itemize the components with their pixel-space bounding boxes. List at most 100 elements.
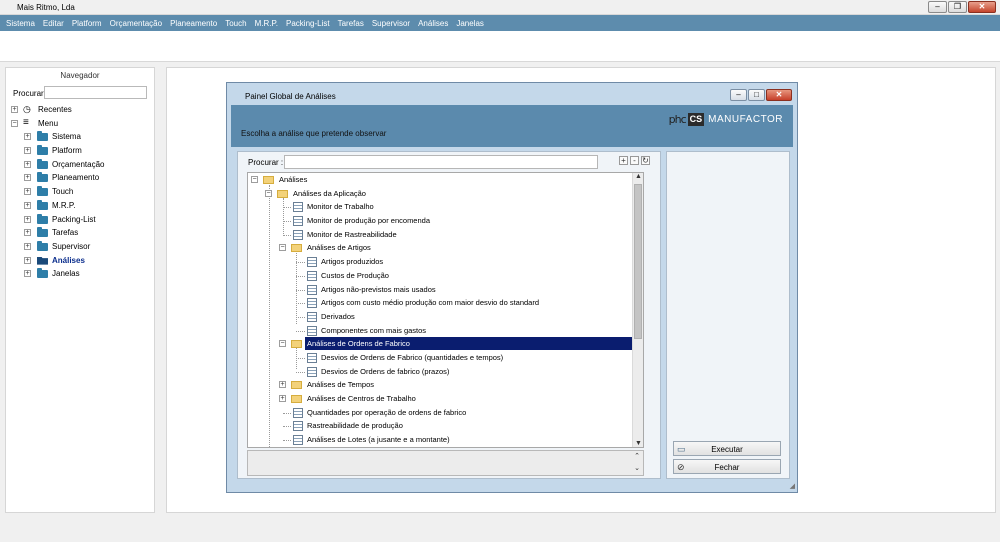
tree-node-ordens-group-selected[interactable]: − Análises de Ordens de Fabrico	[248, 337, 643, 351]
expand-icon[interactable]: +	[24, 147, 31, 155]
scroll-down-icon[interactable]: ⌄	[634, 464, 640, 472]
tree-node-planeamento[interactable]: + Planeamento	[6, 171, 154, 185]
tree-node-packing-list[interactable]: + Packing-List	[6, 213, 154, 227]
tree-item[interactable]: Monitor de Rastreabilidade	[248, 228, 643, 242]
tree-node-artigos-group[interactable]: − Análises de Artigos	[248, 241, 643, 255]
dialog-close-button[interactable]: ✕	[766, 89, 792, 101]
tree-node-mrp[interactable]: + M.R.P.	[6, 199, 154, 213]
menu-analises[interactable]: Análises	[418, 19, 448, 28]
menu-mrp[interactable]: M.R.P.	[255, 19, 278, 28]
collapse-icon[interactable]: −	[11, 119, 18, 127]
tree-item[interactable]: Artigos produzidos	[248, 255, 643, 269]
menu-editar[interactable]: Editar	[43, 19, 64, 28]
execute-button[interactable]: ▭ Executar	[673, 441, 781, 456]
tree-node-centros-group[interactable]: + Análises de Centros de Trabalho	[248, 392, 643, 406]
menu-sistema[interactable]: Sistema	[6, 19, 35, 28]
analysis-tree: − Análises − Análises da Aplicação Monit…	[247, 172, 644, 448]
menu-touch[interactable]: Touch	[225, 19, 246, 28]
tree-search-input[interactable]	[284, 155, 598, 169]
menu-planeamento[interactable]: Planeamento	[170, 19, 217, 28]
expand-icon[interactable]: +	[24, 229, 31, 237]
tree-item[interactable]: Monitor de produção por encomenda	[248, 214, 643, 228]
collapse-all-button[interactable]: -	[630, 156, 639, 165]
tree-node-tarefas[interactable]: + Tarefas	[6, 226, 154, 240]
tree-node-orcamentacao[interactable]: + Orçamentação	[6, 158, 154, 172]
collapse-icon[interactable]: −	[265, 189, 272, 197]
collapse-icon[interactable]: −	[279, 244, 286, 252]
tree-node-menu[interactable]: − ≡ Menu	[6, 117, 154, 131]
scroll-thumb[interactable]	[634, 184, 642, 339]
restore-button[interactable]: ❐	[948, 1, 967, 13]
tree-item[interactable]: Derivados	[248, 310, 643, 324]
tree-connector	[296, 330, 305, 332]
expand-icon[interactable]: +	[24, 201, 31, 209]
scroll-down-icon[interactable]: ▼	[633, 440, 643, 447]
menu-tarefas[interactable]: Tarefas	[338, 19, 364, 28]
tree-label: Análises	[52, 255, 85, 265]
tree-item[interactable]: Rastreabilidade de produção	[248, 419, 643, 433]
folder-icon	[37, 145, 48, 156]
navigator-search-input[interactable]	[44, 86, 147, 99]
menu-supervisor[interactable]: Supervisor	[372, 19, 410, 28]
tree-scrollbar[interactable]: ▲ ▼	[632, 173, 643, 447]
scroll-up-icon[interactable]: ▲	[633, 173, 643, 180]
tree-node-janelas[interactable]: + Janelas	[6, 267, 154, 281]
expand-icon[interactable]: +	[24, 174, 31, 182]
tree-node-analises-root[interactable]: − Análises	[248, 173, 643, 187]
refresh-button[interactable]: ↻	[641, 156, 650, 165]
tree-node-tempos-group[interactable]: + Análises de Tempos	[248, 378, 643, 392]
tree-node-recentes[interactable]: + ◷ Recentes	[6, 103, 154, 117]
expand-icon[interactable]: +	[11, 106, 18, 113]
tree-item[interactable]: Desvios de Ordens de fabrico (prazos)	[248, 365, 643, 379]
window-title: Mais Ritmo, Lda	[17, 3, 75, 12]
tree-node-analises[interactable]: + Análises	[6, 254, 154, 268]
folder-icon	[37, 131, 48, 142]
tree-item[interactable]: Monitor de Trabalho	[248, 200, 643, 214]
tree-node-app-group[interactable]: − Análises da Aplicação	[248, 187, 643, 201]
tree-item[interactable]: Artigos com custo médio produção com mai…	[248, 296, 643, 310]
expand-icon[interactable]: +	[279, 381, 286, 389]
menu-packing-list[interactable]: Packing-List	[286, 19, 330, 28]
tree-item[interactable]: Artigos não-previstos mais usados	[248, 283, 643, 297]
resize-grip-icon[interactable]: ◢	[790, 482, 795, 490]
tree-label: Touch	[52, 187, 74, 197]
dialog-title: Painel Global de Análises	[245, 92, 336, 101]
folder-icon	[37, 240, 48, 251]
close-icon: ✕	[978, 2, 986, 11]
tree-connector	[283, 234, 291, 236]
minimize-button[interactable]: –	[928, 1, 947, 13]
description-box: ⌃ ⌄	[247, 450, 644, 476]
tree-label: Packing-List	[52, 214, 96, 224]
collapse-icon[interactable]: −	[279, 340, 286, 348]
tree-item[interactable]: Análises de Lotes (a jusante e a montant…	[248, 433, 643, 447]
tree-node-sistema[interactable]: + Sistema	[6, 130, 154, 144]
dialog-maximize-button[interactable]: □	[748, 89, 765, 101]
expand-icon[interactable]: +	[24, 242, 31, 250]
menu-platform[interactable]: Platform	[72, 19, 102, 28]
expand-icon[interactable]: +	[279, 395, 286, 402]
dialog-minimize-button[interactable]: –	[730, 89, 747, 101]
tree-item[interactable]: Componentes com mais gastos	[248, 324, 643, 338]
tree-label: Derivados	[321, 311, 355, 321]
tree-label: Artigos produzidos	[321, 257, 384, 267]
expand-all-button[interactable]: +	[619, 156, 628, 165]
expand-icon[interactable]: +	[24, 215, 31, 223]
tree-item[interactable]: Custos de Produção	[248, 269, 643, 283]
close-button[interactable]: ✕	[968, 1, 996, 13]
expand-icon[interactable]: +	[24, 256, 31, 264]
tree-node-touch[interactable]: + Touch	[6, 185, 154, 199]
tree-node-supervisor[interactable]: + Supervisor	[6, 240, 154, 254]
tree-node-platform[interactable]: + Platform	[6, 144, 154, 158]
expand-icon[interactable]: +	[24, 270, 31, 278]
menu-orcamentacao[interactable]: Orçamentação	[110, 19, 162, 28]
close-dialog-button[interactable]: ⊘ Fechar	[673, 459, 781, 474]
expand-icon[interactable]: +	[24, 160, 31, 168]
collapse-icon[interactable]: −	[251, 176, 258, 183]
menu-janelas[interactable]: Janelas	[456, 19, 484, 28]
tree-item[interactable]: Quantidades por operação de ordens de fa…	[248, 406, 643, 420]
scroll-up-icon[interactable]: ⌃	[634, 452, 640, 460]
expand-icon[interactable]: +	[24, 133, 31, 141]
folder-icon	[37, 268, 48, 279]
tree-item[interactable]: Desvios de Ordens de Fabrico (quantidade…	[248, 351, 643, 365]
expand-icon[interactable]: +	[24, 188, 31, 196]
